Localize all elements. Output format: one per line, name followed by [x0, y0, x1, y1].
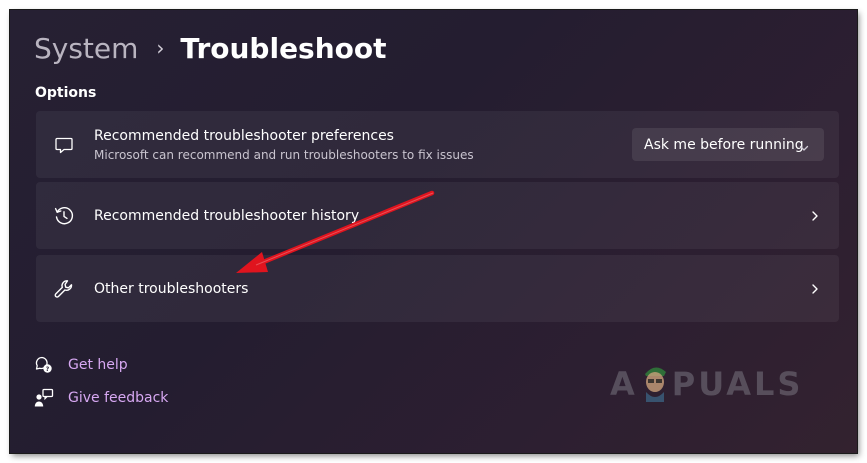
feedback-icon [34, 388, 54, 408]
breadcrumb-system[interactable]: System [34, 32, 138, 65]
chevron-right-icon [809, 210, 821, 222]
other-troubleshooters-card[interactable]: Other troubleshooters [36, 255, 839, 322]
get-help-label: Get help [68, 357, 128, 373]
watermark-suffix: PUALS [671, 365, 804, 403]
settings-window: System › Troubleshoot Options Recommende… [10, 10, 857, 453]
svg-text:?: ? [46, 366, 50, 373]
watermark-prefix: A [610, 365, 638, 403]
help-chat-icon: ? [34, 355, 54, 375]
options-heading: Options [35, 85, 97, 101]
page-title: Troubleshoot [180, 31, 387, 65]
get-help-link[interactable]: ? Get help [34, 355, 128, 375]
preferences-title: Recommended troubleshooter preferences [94, 127, 394, 144]
chevron-down-icon [798, 139, 810, 151]
history-text: Recommended troubleshooter history [94, 208, 359, 224]
chat-bubble-icon [52, 133, 76, 157]
preferences-dropdown[interactable]: Ask me before running [632, 128, 824, 161]
chevron-right-icon [809, 283, 821, 295]
other-text: Other troubleshooters [94, 281, 248, 297]
troubleshooter-preferences-card: Recommended troubleshooter preferences M… [36, 111, 839, 178]
history-icon [52, 204, 76, 228]
dropdown-value: Ask me before running [644, 136, 804, 153]
appuals-watermark: A PUALS [610, 362, 803, 406]
wrench-icon [52, 277, 76, 301]
breadcrumb: System › Troubleshoot [34, 28, 387, 68]
history-title: Recommended troubleshooter history [94, 207, 360, 224]
give-feedback-label: Give feedback [68, 390, 169, 406]
preferences-text: Recommended troubleshooter preferences M… [94, 128, 474, 162]
preferences-subtitle: Microsoft can recommend and run troubles… [94, 147, 474, 162]
give-feedback-link[interactable]: Give feedback [34, 388, 168, 408]
troubleshooter-history-card[interactable]: Recommended troubleshooter history [36, 182, 839, 249]
other-title: Other troubleshooters [94, 280, 249, 297]
mascot-icon [640, 362, 670, 406]
breadcrumb-separator: › [156, 36, 165, 60]
